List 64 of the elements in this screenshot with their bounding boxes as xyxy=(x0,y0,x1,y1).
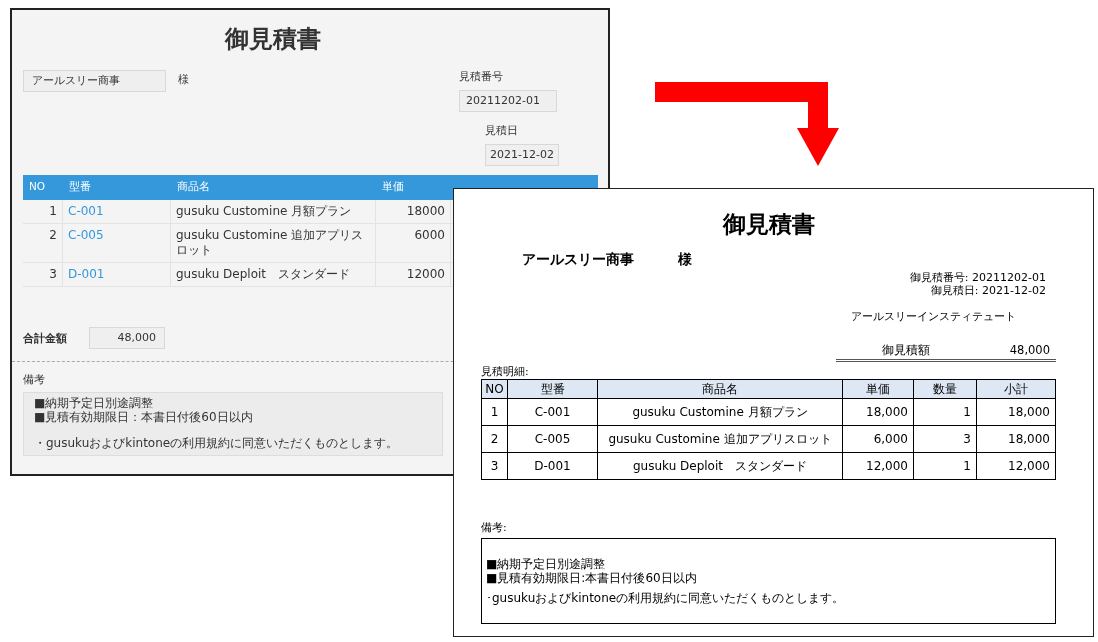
table-cell: C-001 xyxy=(507,399,597,425)
table-cell: gusuku Deploit スタンダード xyxy=(597,453,842,479)
table-cell: 18000 xyxy=(376,200,451,223)
table-cell: 18,000 xyxy=(976,426,1055,452)
column-header: 型番 xyxy=(507,380,597,398)
table-cell: 18,000 xyxy=(976,399,1055,425)
preview-title: 御見積書 xyxy=(721,210,816,239)
quote-number-label: 見積番号 xyxy=(459,70,503,84)
customer-name: アールスリー商事 xyxy=(522,251,634,269)
notes-label: 備考 xyxy=(23,372,45,387)
total-label: 御見積額 xyxy=(882,343,930,358)
notes-field[interactable]: ■納期予定日別途調整 ■見積有効期限日：本書日付後60日以内 ・gusukuおよびkintoneの利用規約に同意いただくものとします。 xyxy=(23,392,443,456)
column-header: 商品名 xyxy=(176,179,211,191)
table-cell: 18,000 xyxy=(842,399,913,425)
table-cell: gusuku Customine 追加アプリスロット xyxy=(171,224,376,262)
total-label: 合計金額 xyxy=(23,330,67,346)
note-line: ■納期予定日別途調整 xyxy=(486,557,606,571)
column-header: 単価 xyxy=(381,179,405,191)
column-header: 数量 xyxy=(913,380,976,398)
table-cell: 3 xyxy=(913,426,976,452)
table-cell: 12,000 xyxy=(976,453,1055,479)
column-header: NO xyxy=(484,381,505,398)
table-cell: 1 xyxy=(913,453,976,479)
table-cell: 6,000 xyxy=(842,426,913,452)
column-header: 単価 xyxy=(842,380,913,398)
company-name: アールスリーインスティテュート xyxy=(851,309,1016,324)
table-cell: 12000 xyxy=(376,263,451,286)
quote-date: 御見積日: 2021-12-02 xyxy=(930,284,1046,297)
note-line: ■見積有効期限日:本書日付後60日以内 xyxy=(486,571,697,585)
quote-date-field[interactable]: 2021-12-02 xyxy=(485,144,559,166)
quote-date-label: 見積日 xyxy=(485,124,518,138)
table-cell-text: 3 xyxy=(489,458,500,475)
note-line: ■見積有効期限日：本書日付後60日以内 xyxy=(34,410,253,424)
note-line: ･gusukuおよびkintoneの利用規約に同意いただくものとします。 xyxy=(486,591,845,605)
total-amount: 48,000 xyxy=(1009,343,1050,358)
form-title: 御見積書 xyxy=(223,24,322,54)
details-label: 見積明細: xyxy=(481,364,529,379)
table-cell: 1 xyxy=(23,200,63,223)
table-cell: gusuku Customine 月額プラン xyxy=(171,200,376,223)
column-header: 商品名 xyxy=(597,380,842,398)
note-line: ■納期予定日別途調整 xyxy=(34,396,154,410)
column-header: NO xyxy=(28,179,47,191)
table-cell: gusuku Customine 追加アプリスロット xyxy=(597,426,842,452)
table-cell: C-005 xyxy=(507,426,597,452)
table-cell: 12,000 xyxy=(842,453,913,479)
total-field[interactable]: 48,000 xyxy=(89,327,165,349)
table-cell: 3 xyxy=(23,263,63,286)
table-cell: gusuku Customine 月額プラン xyxy=(597,399,842,425)
quote-number-field[interactable]: 20211202-01 xyxy=(459,90,557,112)
customer-field[interactable]: アールスリー商事 xyxy=(23,70,166,92)
table-cell-text: 1 xyxy=(489,404,500,421)
notes-label: 備考: xyxy=(481,520,507,535)
table-cell: gusuku Deploit スタンダード xyxy=(171,263,376,286)
column-header: 型番 xyxy=(68,179,92,191)
table-cell: 1 xyxy=(913,399,976,425)
table-cell: 6000 xyxy=(376,224,451,262)
table-cell-text: 2 xyxy=(489,431,500,448)
table-cell: 2 xyxy=(23,224,63,262)
quote-number: 御見積番号: 20211202-01 xyxy=(909,271,1046,284)
column-header: 小計 xyxy=(976,380,1055,398)
table-cell: D-001 xyxy=(507,453,597,479)
honorific-label: 様 xyxy=(678,251,692,269)
honorific-label: 様 xyxy=(178,72,189,87)
note-line: ・gusukuおよびkintoneの利用規約に同意いただくものとします。 xyxy=(34,436,399,450)
